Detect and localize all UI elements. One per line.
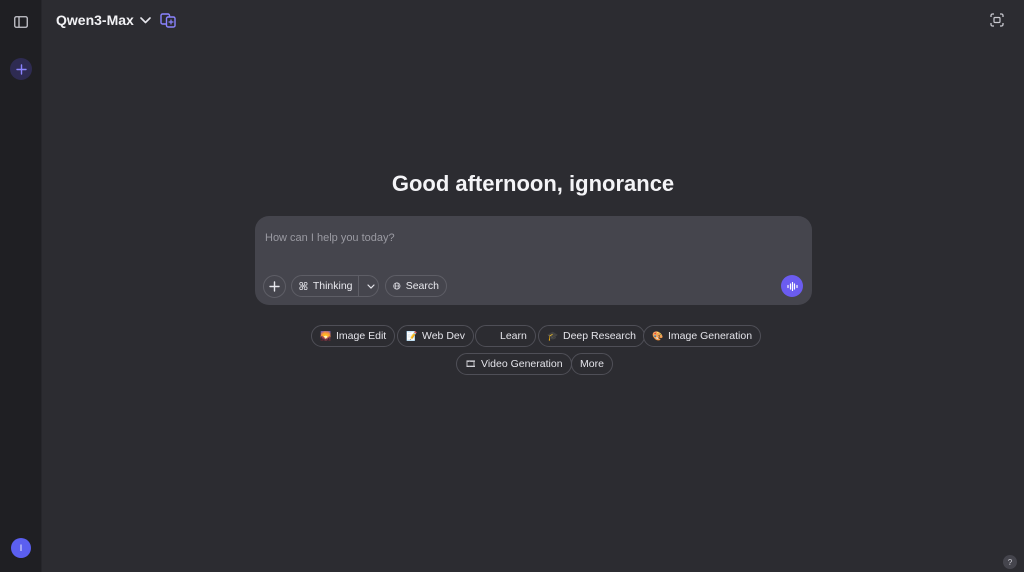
user-avatar[interactable]: I	[11, 538, 31, 558]
globe-icon	[393, 282, 401, 290]
chevron-down-icon	[140, 16, 151, 23]
suggestion-label: Image Edit	[336, 330, 387, 342]
search-label: Search	[405, 280, 439, 292]
sidebar: I	[0, 0, 42, 572]
film-icon: 🎞	[465, 358, 477, 369]
model-selector[interactable]: Qwen3-Max	[56, 10, 151, 30]
chevron-down-icon	[367, 283, 375, 289]
suggestion-label: Deep Research	[563, 330, 636, 342]
new-chat-button[interactable]	[10, 58, 32, 80]
suggestion-learn[interactable]: Learn	[475, 325, 536, 347]
plus-icon	[15, 63, 27, 75]
suggestion-label: More	[580, 358, 604, 370]
suggestion-label: Video Generation	[481, 358, 563, 370]
thinking-mode-button[interactable]: Thinking	[291, 275, 379, 297]
help-button[interactable]: ?	[1003, 555, 1017, 569]
graduation-cap-icon: 🎓	[547, 330, 559, 341]
temporary-chat-icon	[990, 13, 1004, 27]
help-label: ?	[1007, 557, 1013, 567]
voice-waveform-icon	[786, 281, 798, 291]
chip-divider	[357, 275, 359, 297]
web-dev-icon: 📝	[406, 330, 418, 341]
suggestion-label: Learn	[500, 330, 527, 342]
plus-icon	[269, 281, 280, 292]
top-bar: Qwen3-Max	[42, 0, 1024, 40]
suggestion-deep-research[interactable]: 🎓 Deep Research	[538, 325, 645, 347]
search-toggle-button[interactable]: Search	[385, 275, 447, 297]
temporary-chat-button[interactable]	[988, 11, 1006, 29]
voice-input-button[interactable]	[781, 275, 803, 297]
suggestion-label: Web Dev	[422, 330, 465, 342]
suggestion-video-generation[interactable]: 🎞 Video Generation	[456, 353, 572, 375]
compare-models-icon	[160, 12, 176, 28]
suggestion-label: Image Generation	[668, 330, 753, 342]
suggestion-image-generation[interactable]: 🎨 Image Generation	[643, 325, 762, 347]
image-edit-icon: 🌄	[320, 330, 332, 341]
suggestion-more[interactable]: More	[571, 353, 613, 375]
sidebar-toggle-button[interactable]	[11, 13, 31, 31]
thinking-label: Thinking	[312, 280, 353, 292]
chat-input[interactable]	[265, 228, 785, 248]
avatar-initial: I	[19, 543, 23, 553]
attach-button[interactable]	[263, 275, 286, 298]
palette-icon: 🎨	[652, 330, 664, 341]
thinking-options-toggle[interactable]	[363, 283, 378, 289]
model-name: Qwen3-Max	[56, 12, 134, 28]
chat-composer: Thinking Search	[255, 216, 812, 305]
suggestion-web-dev[interactable]: 📝 Web Dev	[397, 325, 474, 347]
thinking-icon	[299, 281, 308, 291]
sidebar-panel-icon	[14, 16, 28, 28]
greeting-heading: Good afternoon, ignorance	[391, 171, 675, 196]
suggestion-image-edit[interactable]: 🌄 Image Edit	[311, 325, 396, 347]
compare-models-button[interactable]	[158, 10, 178, 30]
